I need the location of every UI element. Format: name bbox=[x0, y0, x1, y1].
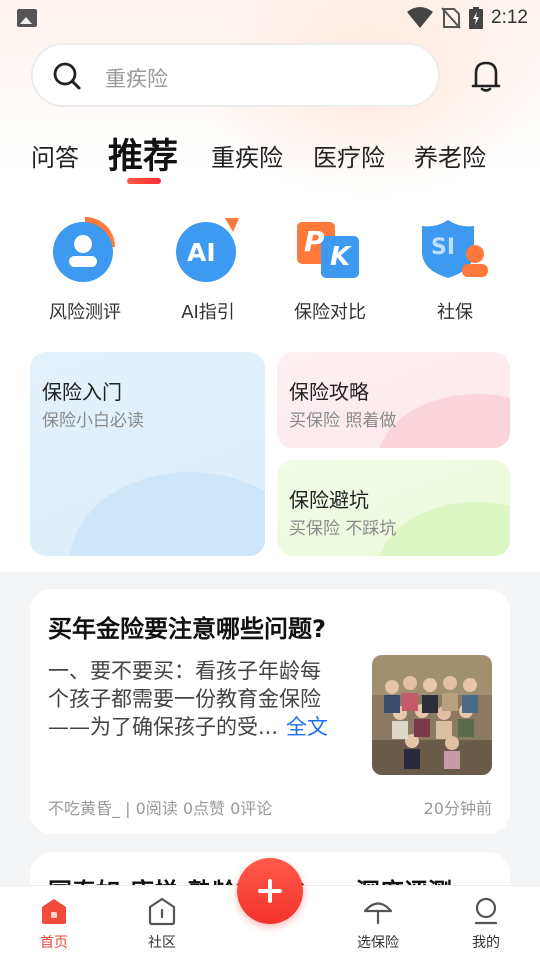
status-icons: 2:12 bbox=[407, 6, 528, 30]
nav-label: 我的 bbox=[472, 935, 500, 951]
card-insurance-intro[interactable]: 保险入门 保险小白必读 bbox=[30, 352, 265, 556]
wifi-icon bbox=[407, 7, 434, 28]
card-decoration bbox=[377, 394, 510, 448]
card-subtitle: 买保险 照着做 bbox=[289, 411, 397, 431]
quick-risk-assessment[interactable]: 风险测评 bbox=[30, 212, 140, 324]
nav-choose-insurance[interactable]: 选保险 bbox=[338, 896, 418, 952]
nav-community[interactable]: 社区 bbox=[122, 896, 202, 952]
bell-icon[interactable] bbox=[468, 58, 504, 94]
tab-qa[interactable]: 问答 bbox=[31, 138, 79, 173]
card-subtitle: 保险小白必读 bbox=[42, 411, 144, 431]
clock: 2:12 bbox=[491, 7, 528, 28]
status-bar: 2:12 bbox=[0, 0, 540, 36]
tab-critical-illness[interactable]: 重疾险 bbox=[211, 138, 283, 173]
community-icon bbox=[148, 897, 176, 926]
card-subtitle: 买保险 不踩坑 bbox=[289, 519, 397, 539]
ai-guide-icon: AI bbox=[173, 212, 243, 282]
tab-medical[interactable]: 医疗险 bbox=[313, 138, 385, 173]
article-excerpt-text: 一、要不要买：看孩子年龄每个孩子都需要一份教育金保险——为了确保孩子的受... bbox=[48, 659, 321, 739]
pk-compare-icon: P K bbox=[295, 212, 365, 282]
si-icon-text: SI bbox=[431, 235, 456, 260]
umbrella-icon bbox=[363, 902, 393, 925]
nav-home[interactable]: 首页 bbox=[14, 896, 94, 952]
card-insurance-guide[interactable]: 保险攻略 买保险 照着做 bbox=[277, 352, 510, 448]
quick-compare[interactable]: P K 保险对比 bbox=[275, 212, 385, 324]
read-more-link[interactable]: 全文 bbox=[286, 715, 328, 739]
gallery-notification-icon bbox=[17, 9, 37, 27]
nav-label: 社区 bbox=[148, 935, 176, 951]
article-title: 买年金险要注意哪些问题? bbox=[48, 615, 326, 643]
ai-icon-text: AI bbox=[187, 238, 216, 267]
article-thumbnail bbox=[372, 655, 492, 775]
home-icon bbox=[42, 899, 66, 924]
social-security-icon: SI bbox=[420, 212, 490, 282]
tab-recommend[interactable]: 推荐 bbox=[108, 128, 178, 179]
card-title: 保险攻略 bbox=[289, 380, 369, 404]
article-excerpt: 一、要不要买：看孩子年龄每个孩子都需要一份教育金保险——为了确保孩子的受... 全… bbox=[48, 657, 338, 741]
nav-label: 首页 bbox=[40, 935, 68, 951]
quick-label: 社保 bbox=[437, 302, 473, 323]
quick-actions: 风险测评 AI AI指引 P K 保险对比 SI 社保 bbox=[0, 212, 540, 332]
quick-label: 风险测评 bbox=[49, 302, 121, 323]
search-icon bbox=[53, 62, 81, 90]
nav-label: 选保险 bbox=[357, 935, 399, 951]
search-placeholder: 重疾险 bbox=[105, 67, 168, 91]
profile-icon bbox=[474, 897, 498, 925]
search-input[interactable]: 重疾险 bbox=[31, 43, 440, 107]
article-timestamp: 20分钟前 bbox=[423, 799, 492, 818]
card-title: 保险避坑 bbox=[289, 488, 369, 512]
risk-assessment-icon bbox=[50, 212, 120, 282]
active-tab-indicator bbox=[127, 178, 161, 184]
nav-profile[interactable]: 我的 bbox=[446, 896, 526, 952]
no-sim-icon bbox=[441, 7, 461, 29]
tab-pension[interactable]: 养老险 bbox=[414, 138, 486, 173]
card-decoration bbox=[377, 502, 510, 556]
article-meta: 不吃黄昏_ | 0阅读 0点赞 0评论 bbox=[48, 799, 273, 818]
quick-social-security[interactable]: SI 社保 bbox=[400, 212, 510, 324]
category-tabs: 问答 推荐 重疾险 医疗险 养老险 bbox=[0, 124, 540, 194]
add-post-button[interactable] bbox=[237, 858, 303, 924]
card-decoration bbox=[70, 472, 265, 556]
quick-label: AI指引 bbox=[181, 302, 235, 323]
pk-icon-text-p: P bbox=[304, 225, 325, 258]
quick-ai-guide[interactable]: AI AI指引 bbox=[153, 212, 263, 324]
battery-charging-icon bbox=[469, 7, 484, 29]
plus-icon bbox=[268, 879, 272, 903]
card-insurance-pitfall[interactable]: 保险避坑 买保险 不踩坑 bbox=[277, 460, 510, 556]
card-title: 保险入门 bbox=[42, 380, 122, 404]
article-card[interactable]: 买年金险要注意哪些问题? 一、要不要买：看孩子年龄每个孩子都需要一份教育金保险—… bbox=[30, 589, 510, 834]
quick-label: 保险对比 bbox=[294, 302, 366, 323]
pk-icon-text-k: K bbox=[330, 242, 351, 272]
